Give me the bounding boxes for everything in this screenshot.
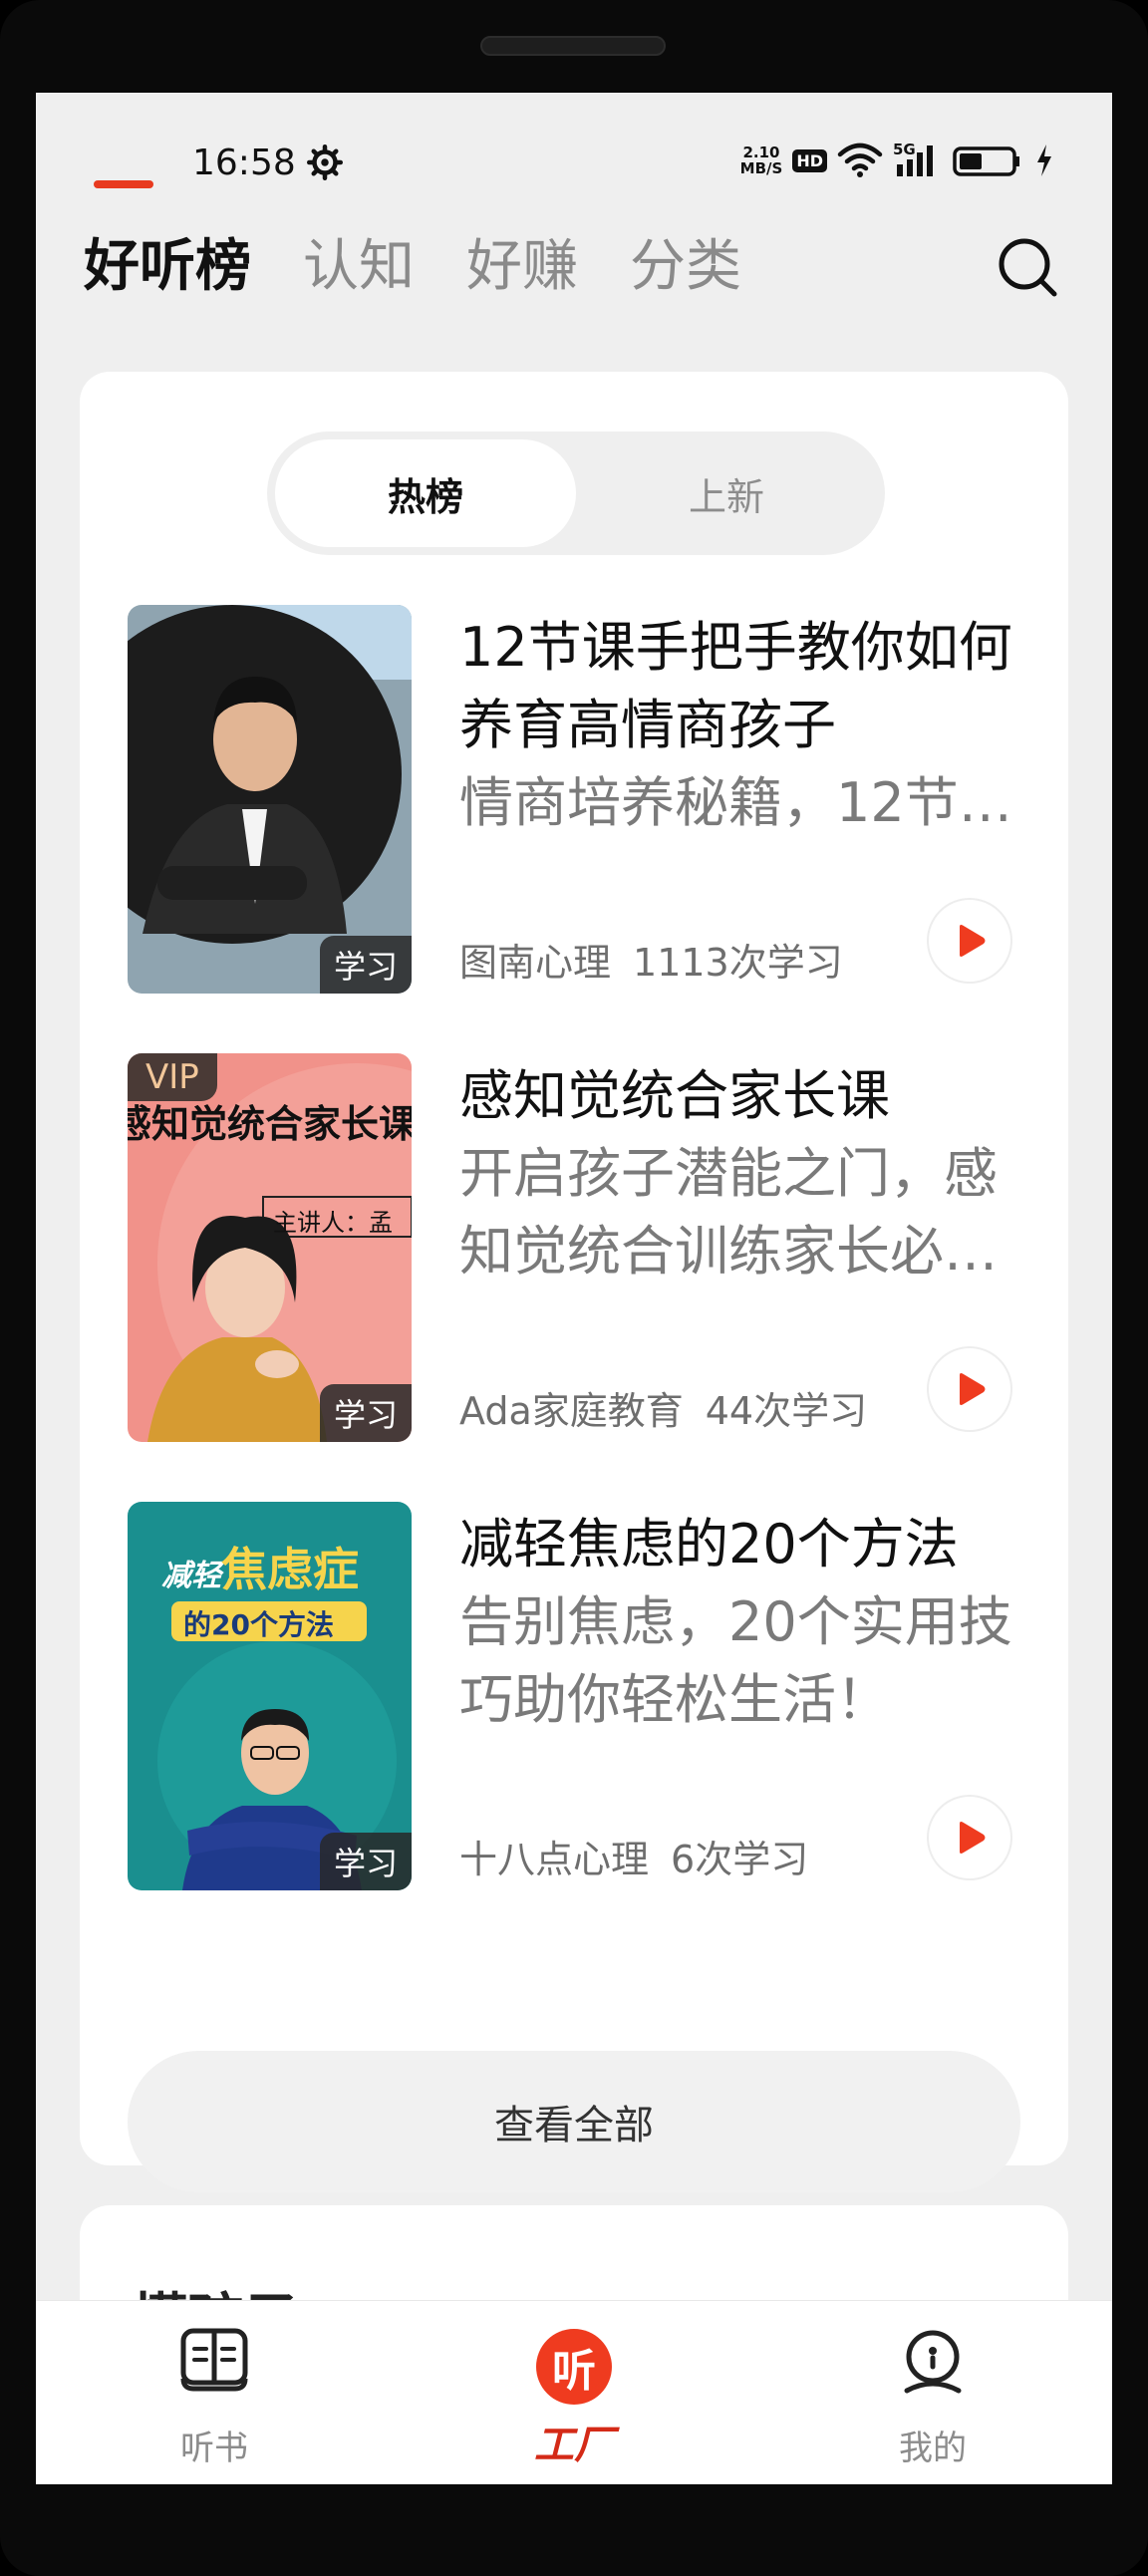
phone-frame: 16:58 2.10 MB/S HD 5G 好听榜 认知 好赚 分类 热榜 上新… xyxy=(0,0,1148,2576)
course-author: 图南心理 xyxy=(459,941,612,985)
charging-icon xyxy=(1037,144,1051,176)
speed-value: 2.10 xyxy=(742,143,780,161)
tab-earn[interactable]: 好赚 xyxy=(466,227,578,307)
play-icon xyxy=(960,1822,986,1854)
course-title[interactable]: 12节课手把手教你如何养育高情商孩子 xyxy=(459,609,1017,764)
study-count: 1113次学习 xyxy=(633,941,843,985)
nav-books[interactable]: 听书 xyxy=(115,2301,314,2484)
ranking-switch: 热榜 上新 xyxy=(267,431,885,555)
nav-books-label: 听书 xyxy=(180,2429,248,2468)
course-meta: 十八点心理 6次学习 xyxy=(459,1829,808,1883)
nav-factory-label: 工厂 xyxy=(534,2423,614,2468)
nav-mine-label: 我的 xyxy=(899,2429,967,2468)
play-icon xyxy=(960,1373,986,1405)
course-description: 开启孩子潜能之门，感知觉统合训练家长必修课 xyxy=(459,1142,998,1283)
bottom-nav: 听书 听 工厂 我的 xyxy=(36,2300,1112,2484)
list-item[interactable]: 减轻焦虑症 的20个方法 学习 减轻焦虑的20个方法 告别焦虑，20个实用技巧助… xyxy=(128,1502,1024,1890)
listen-badge-icon: 听 xyxy=(536,2329,612,2405)
course-cover[interactable]: 学习 xyxy=(128,605,412,994)
status-bar: 16:58 2.10 MB/S HD 5G xyxy=(36,93,1112,232)
study-badge: 学习 xyxy=(319,1833,412,1890)
course-text: 感知觉统合家长课 开启孩子潜能之门，感知觉统合训练家长必修课 xyxy=(459,1057,1017,1290)
wifi-icon xyxy=(837,143,883,177)
battery-icon xyxy=(953,146,1019,176)
course-author: Ada家庭教育 xyxy=(459,1389,684,1433)
list-item[interactable]: 学习 12节课手把手教你如何养育高情商孩子 情商培养秘籍，12节课手把手教你 图… xyxy=(128,605,1024,994)
course-description: 告别焦虑，20个实用技巧助你轻松生活！ xyxy=(459,1590,1012,1731)
course-author: 十八点心理 xyxy=(459,1838,650,1881)
search-icon[interactable] xyxy=(995,234,1060,300)
view-all-button[interactable]: 查看全部 xyxy=(128,2051,1020,2192)
vip-badge: VIP xyxy=(128,1053,217,1101)
active-tab-indicator xyxy=(94,180,153,188)
play-button[interactable] xyxy=(927,1346,1012,1432)
gear-icon xyxy=(307,144,343,180)
status-time: 16:58 xyxy=(192,143,296,183)
app-screen: 16:58 2.10 MB/S HD 5G 好听榜 认知 好赚 分类 热榜 上新… xyxy=(36,93,1112,2484)
play-button[interactable] xyxy=(927,898,1012,984)
cover-title-line2: 的20个方法 xyxy=(183,1608,334,1641)
course-meta: 图南心理 1113次学习 xyxy=(459,932,843,987)
play-icon xyxy=(960,925,986,957)
cover-title-line1: 减轻焦虑症 xyxy=(161,1534,359,1599)
network-speed: 2.10 MB/S xyxy=(740,144,783,176)
nav-mine[interactable]: 我的 xyxy=(833,2301,1032,2484)
course-title[interactable]: 感知觉统合家长课 xyxy=(459,1057,1017,1135)
study-badge: 学习 xyxy=(319,936,412,994)
profile-icon xyxy=(904,2330,962,2394)
course-cover[interactable]: 减轻焦虑症 的20个方法 学习 xyxy=(128,1502,412,1890)
course-text: 12节课手把手教你如何养育高情商孩子 情商培养秘籍，12节课手把手教你 xyxy=(459,609,1017,842)
cover-headline: 感知觉统合家长课 xyxy=(128,1101,412,1146)
listen-badge-text: 听 xyxy=(552,2346,596,2397)
tab-cognition[interactable]: 认知 xyxy=(303,227,415,307)
course-title[interactable]: 减轻焦虑的20个方法 xyxy=(459,1506,1017,1583)
tab-category[interactable]: 分类 xyxy=(630,227,741,307)
speed-unit: MB/S xyxy=(739,159,783,177)
course-description: 情商培养秘籍，12节课手把手教你 xyxy=(459,771,1017,834)
nav-factory[interactable]: 听 工厂 xyxy=(474,2301,674,2484)
list-item[interactable]: 感知觉统合家长课 主讲人：孟 VIP 学习 感知觉统合家长课 开启孩子潜能之门，… xyxy=(128,1053,1024,1442)
ranking-card: 热榜 上新 学习 12节课手把手教你如何养育高情商孩子 情商培养秘籍，12节课 … xyxy=(80,372,1068,2192)
status-icons: 2.10 MB/S HD 5G xyxy=(740,141,1054,180)
cell-signal-icon: 5G xyxy=(893,141,943,178)
tab-hot-list[interactable]: 好听榜 xyxy=(84,227,251,307)
course-cover[interactable]: 感知觉统合家长课 主讲人：孟 VIP 学习 xyxy=(128,1053,412,1442)
study-count: 6次学习 xyxy=(671,1838,809,1881)
phone-speaker xyxy=(480,36,666,56)
study-badge: 学习 xyxy=(319,1384,412,1442)
hd-badge: HD xyxy=(792,148,827,172)
study-count: 44次学习 xyxy=(705,1389,868,1433)
cover-title-prefix: 减轻 xyxy=(161,1559,221,1593)
top-tab-bar: 好听榜 认知 好赚 分类 xyxy=(84,227,741,327)
cover-title-highlight: 焦虑症 xyxy=(221,1543,359,1596)
course-meta: Ada家庭教育 44次学习 xyxy=(459,1380,867,1435)
course-text: 减轻焦虑的20个方法 告别焦虑，20个实用技巧助你轻松生活！ xyxy=(459,1506,1017,1739)
book-icon xyxy=(180,2328,248,2392)
hot-ranking-button[interactable]: 热榜 xyxy=(275,439,576,547)
play-button[interactable] xyxy=(927,1795,1012,1880)
cover-speaker: 主讲人：孟 xyxy=(273,1209,393,1237)
new-ranking-button[interactable]: 上新 xyxy=(576,439,877,547)
